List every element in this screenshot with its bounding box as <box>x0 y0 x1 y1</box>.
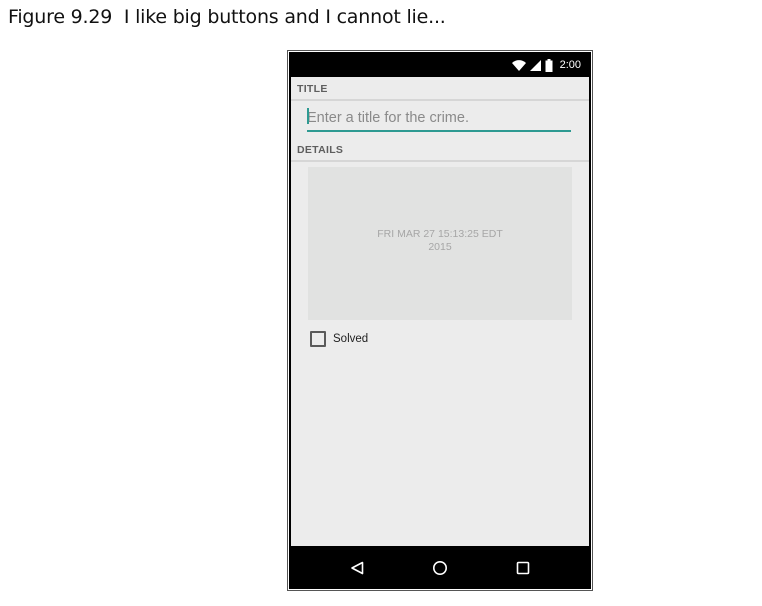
cell-signal-icon <box>529 59 541 71</box>
crime-title-input[interactable] <box>307 105 571 132</box>
status-bar: 2:00 <box>289 52 591 77</box>
back-button[interactable] <box>343 554 371 582</box>
crime-date-line-1: FRI MAR 27 15:13:25 EDT <box>377 227 503 240</box>
details-section-header: DETAILS <box>291 138 589 162</box>
title-header-label: TITLE <box>297 83 328 95</box>
solved-checkbox-row[interactable]: Solved <box>310 330 368 347</box>
status-icons: 2:00 <box>511 58 581 72</box>
figure-caption: Figure 9.29 I like big buttons and I can… <box>8 6 446 28</box>
text-cursor <box>307 108 309 124</box>
crime-date-text: FRI MAR 27 15:13:25 EDT 2015 <box>365 228 515 254</box>
home-icon <box>433 561 447 575</box>
crime-date-line-2: 2015 <box>428 240 452 253</box>
solved-label: Solved <box>333 332 369 345</box>
recents-button[interactable] <box>509 554 537 582</box>
status-time: 2:00 <box>559 59 581 71</box>
navigation-bar <box>289 546 591 589</box>
home-button[interactable] <box>426 554 454 582</box>
android-phone: 2:00 TITLE DETAILS FRI MAR 27 15:13:25 E… <box>289 52 591 589</box>
wifi-icon <box>511 59 526 71</box>
details-header-label: DETAILS <box>297 144 344 156</box>
crime-date-button[interactable]: FRI MAR 27 15:13:25 EDT 2015 <box>308 167 572 320</box>
crime-detail-screen: TITLE DETAILS FRI MAR 27 15:13:25 EDT 20… <box>291 77 589 546</box>
solved-checkbox[interactable] <box>310 330 326 347</box>
title-section-header: TITLE <box>291 77 589 101</box>
battery-icon <box>545 58 553 72</box>
back-icon <box>351 561 364 575</box>
recents-icon <box>516 561 530 575</box>
